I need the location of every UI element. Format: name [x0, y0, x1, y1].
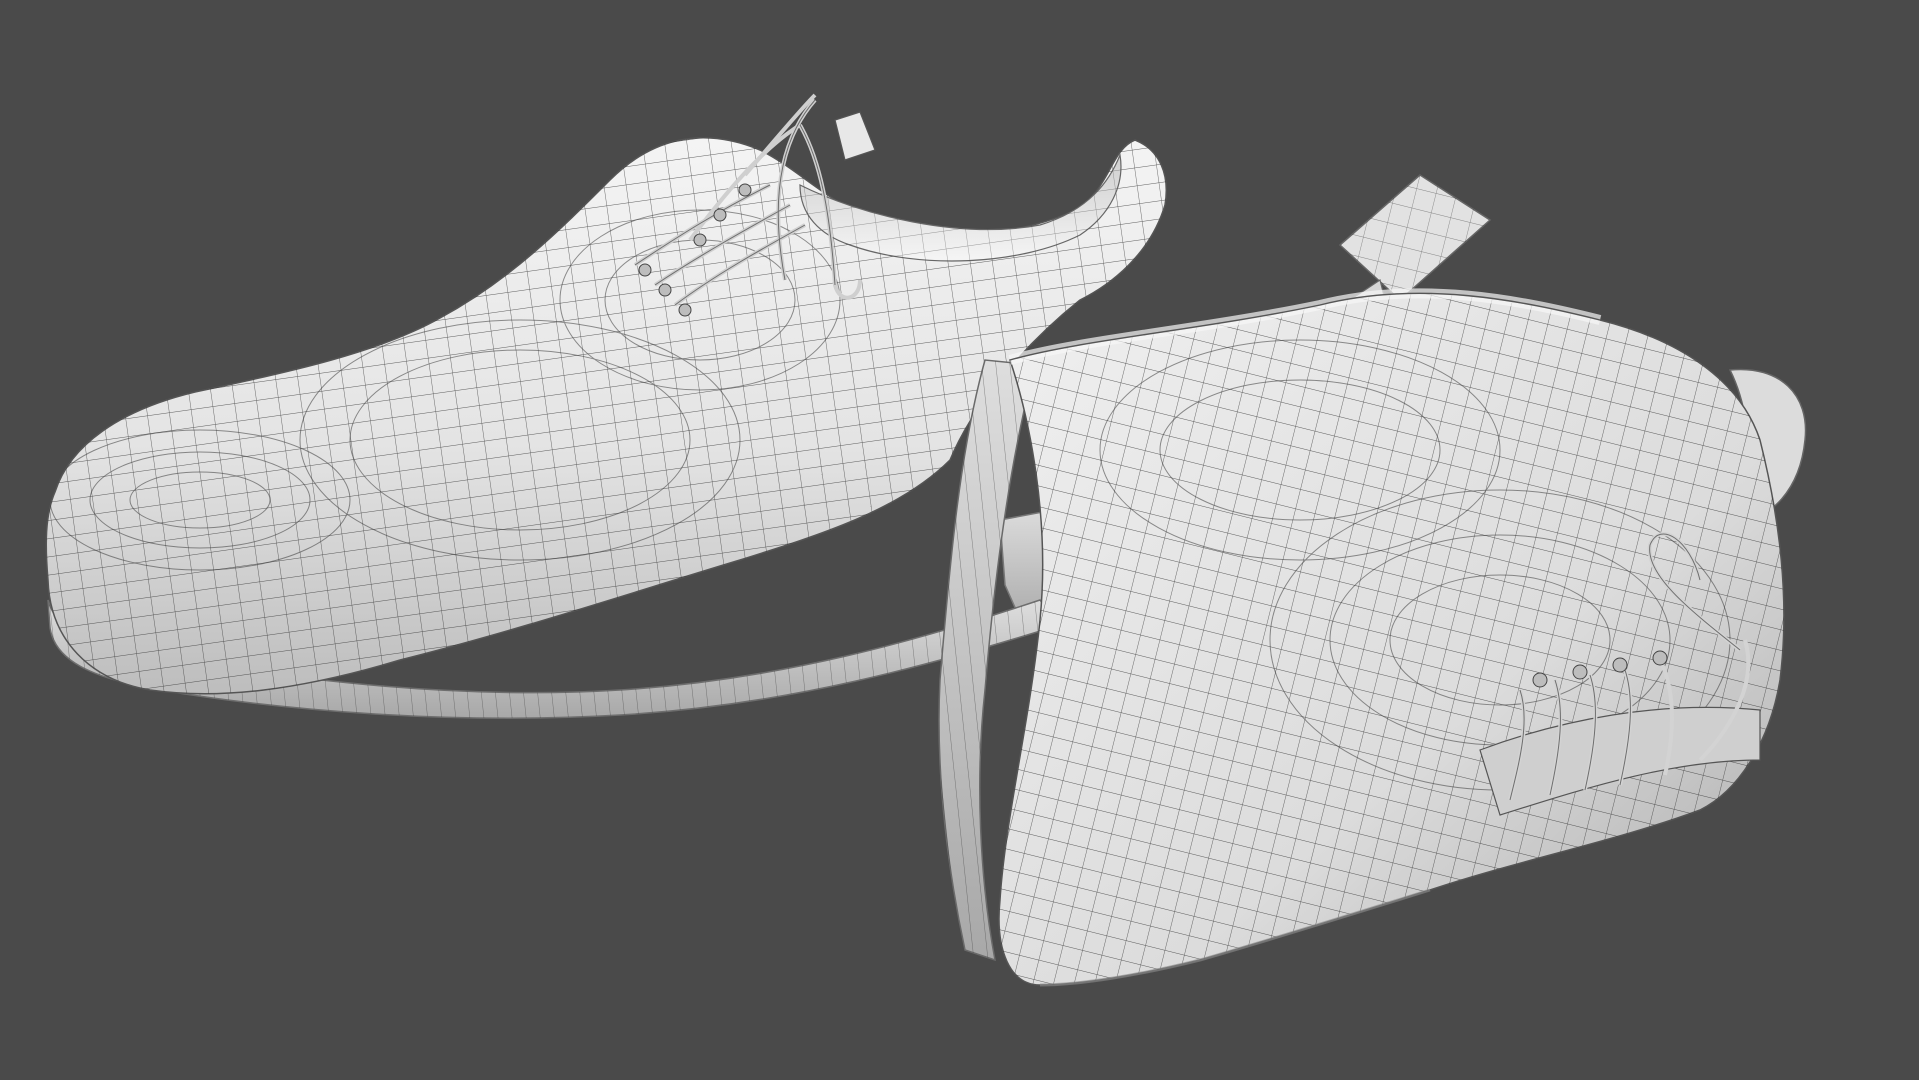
render-viewport — [0, 0, 1919, 1080]
shoe-a-tongue — [834, 111, 876, 161]
render-scene — [45, 93, 1807, 987]
shoe-tilted-view — [938, 174, 1807, 987]
